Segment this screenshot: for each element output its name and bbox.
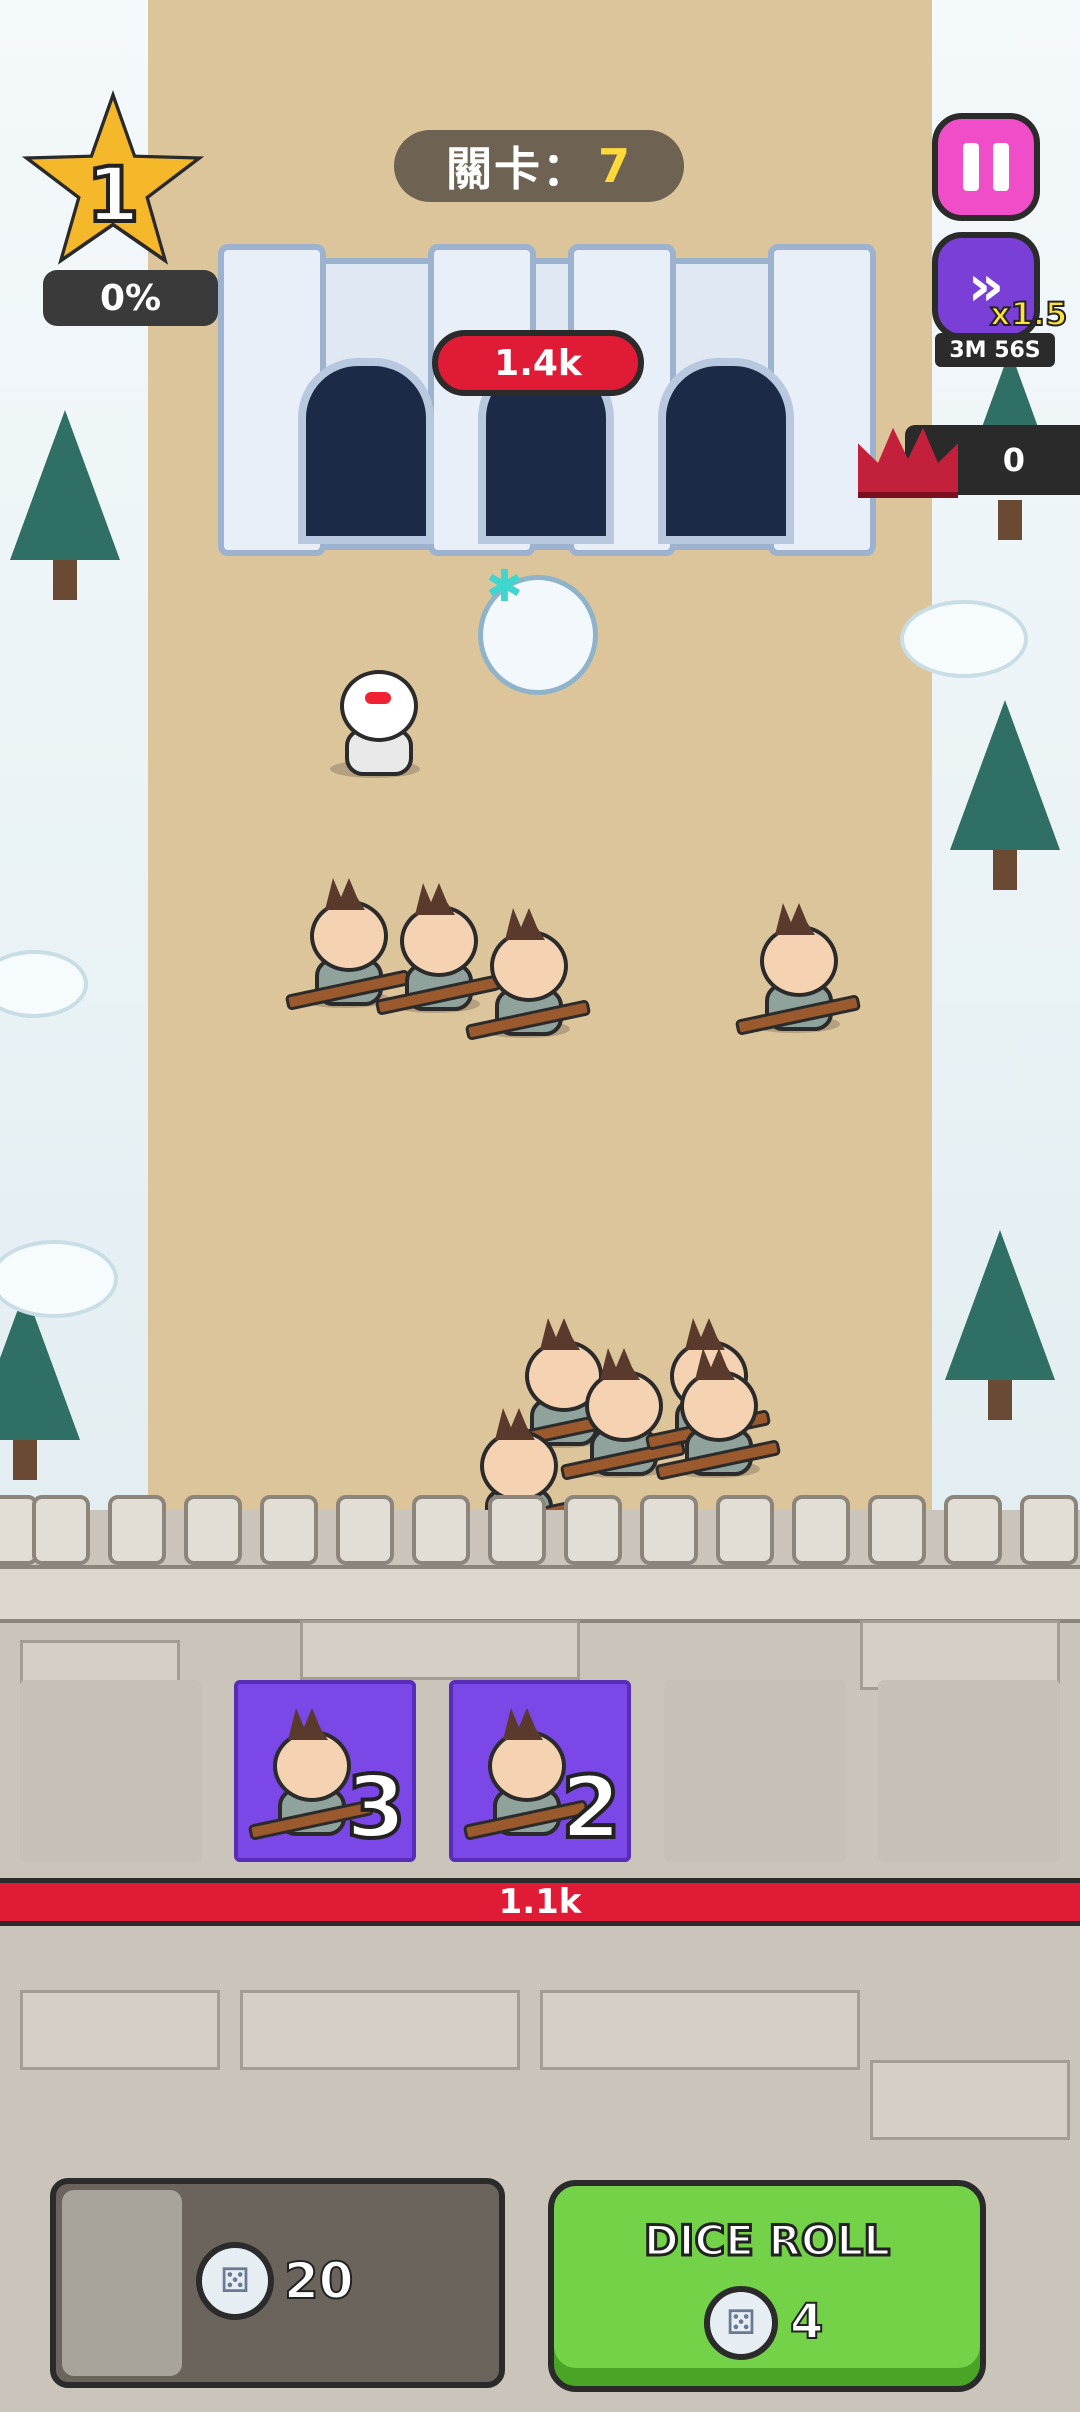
dice-roll-button[interactable]: DICE ROLL ⚄ 4 (548, 2180, 986, 2392)
castle-gate (298, 358, 434, 544)
level-progress: 0% (43, 270, 218, 326)
speed-multiplier: x1.5 (989, 294, 1068, 334)
player-level: 1 (85, 148, 142, 241)
unit-card-spearman[interactable]: 2 (449, 1680, 631, 1862)
pause-icon (963, 143, 979, 191)
enemy-ice-castle (218, 244, 876, 556)
stage-indicator: 關卡： 7 (394, 130, 684, 202)
speed-timer: 3M 56S (935, 333, 1055, 367)
pause-button[interactable] (932, 113, 1040, 221)
dice-roll-cost: 4 (789, 2293, 824, 2351)
spearman-icon (247, 1708, 375, 1841)
wall-ledge (0, 1565, 1080, 1623)
empty-unit-slot[interactable] (664, 1680, 846, 1862)
spearman-unit (734, 903, 862, 1036)
dice-coin-icon: ⚄ (704, 2286, 778, 2360)
pine-tree-icon (950, 700, 1060, 890)
dice-coin-icon: ⚄ (196, 2242, 274, 2320)
spearman-unit (654, 1348, 782, 1481)
player-level-badge[interactable]: 1 0% (18, 90, 218, 340)
dice-coin-panel: ⚄ 20 (50, 2178, 505, 2388)
spearman-unit (374, 883, 502, 1016)
castle-hp-badge: 1.4k (432, 330, 644, 396)
pine-tree-icon (945, 1230, 1055, 1420)
empty-unit-slot[interactable] (878, 1680, 1060, 1862)
unit-card-count: 2 (559, 1756, 623, 1860)
spearman-unit (284, 878, 412, 1011)
snowman-enemy: ✱ (468, 561, 598, 695)
coin-panel-fill (62, 2190, 182, 2376)
empty-unit-slot[interactable] (20, 1680, 202, 1862)
unit-card-spearman[interactable]: 3 (234, 1680, 416, 1862)
wall-hp-bar: 1.1k (0, 1878, 1080, 1926)
stage-number: 7 (597, 139, 632, 193)
dice-roll-label: DICE ROLL (642, 2215, 891, 2267)
skeleton-archer-enemy (325, 670, 420, 778)
unit-card-count: 3 (344, 1756, 408, 1860)
stage-label: 關卡： (445, 142, 590, 196)
spearman-unit (464, 908, 592, 1041)
coin-count: 20 (283, 2251, 355, 2311)
castle-gate (658, 358, 794, 544)
spearman-icon (462, 1708, 590, 1841)
snow-rock-icon (900, 600, 1028, 678)
battlefield-path (148, 0, 932, 1510)
pine-tree-icon (10, 410, 120, 600)
snowflake-icon: ✱ (486, 561, 523, 612)
